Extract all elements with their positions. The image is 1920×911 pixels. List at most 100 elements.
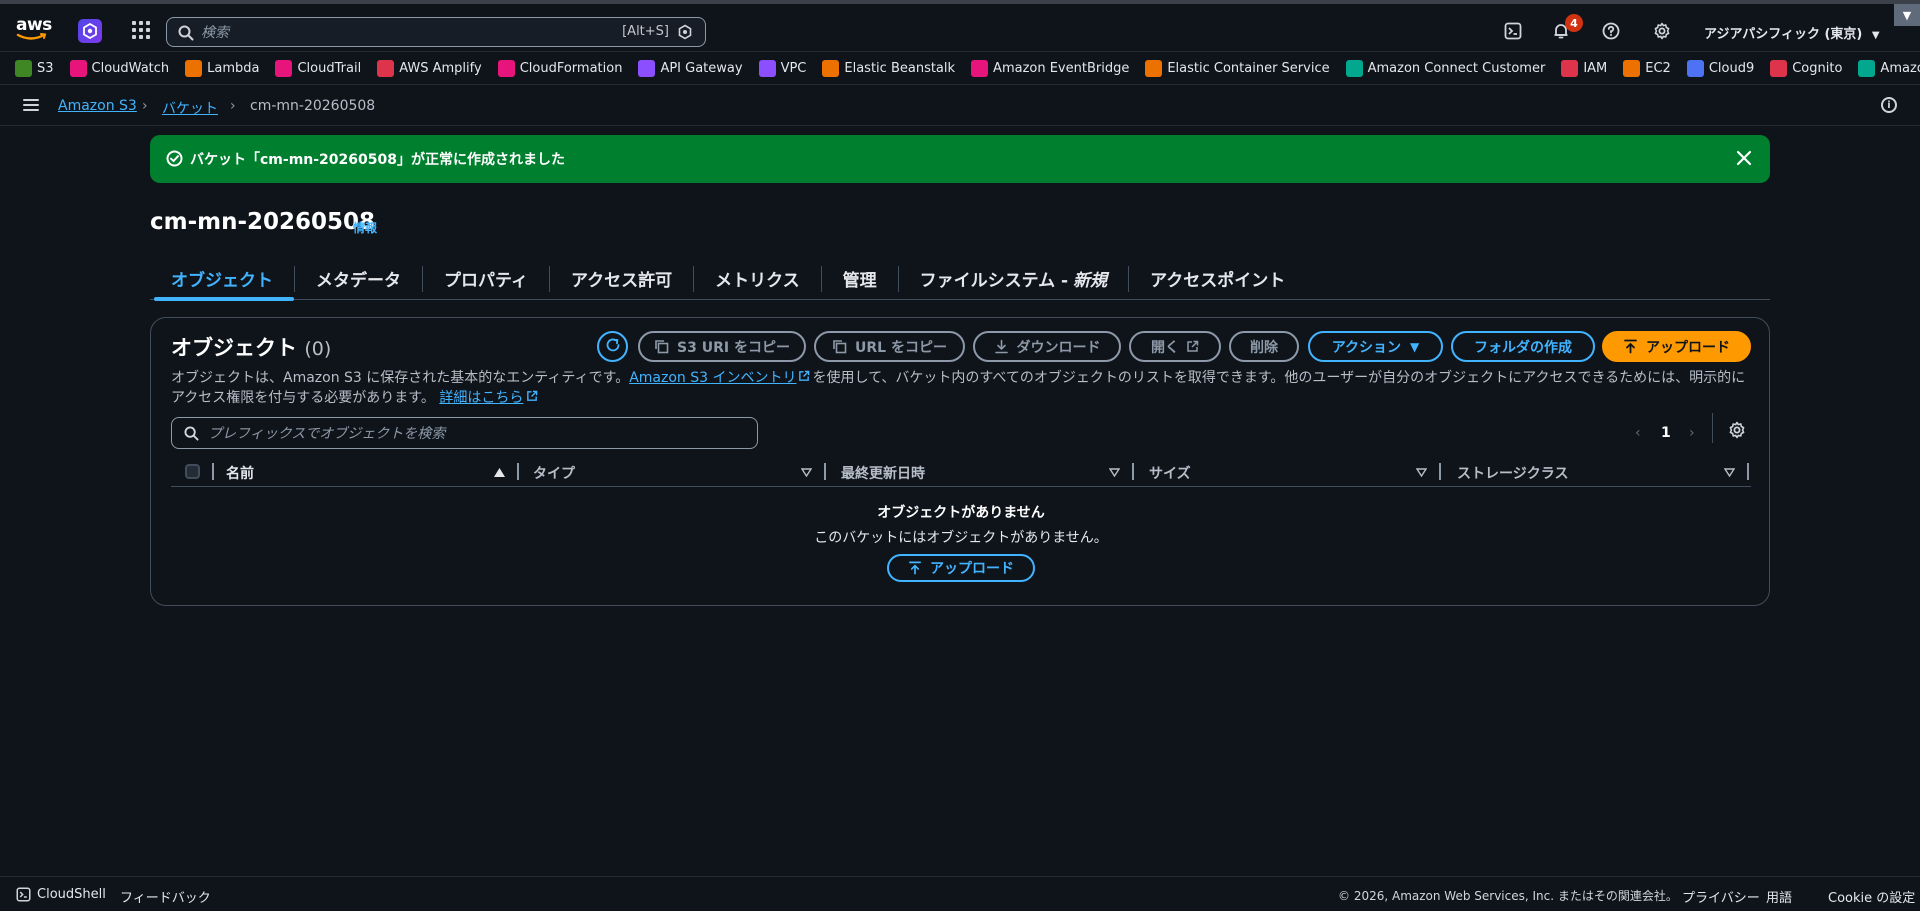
- previous-page-icon[interactable]: ‹: [1635, 425, 1641, 441]
- favorite-cloud9[interactable]: Cloud9: [1686, 59, 1754, 77]
- sort-ascending-icon[interactable]: [494, 465, 505, 481]
- favorite-label: Amazon Connect Customer: [1367, 60, 1546, 76]
- actions-dropdown-button[interactable]: アクション ▼: [1308, 331, 1443, 362]
- services-grid-icon[interactable]: [132, 21, 150, 39]
- favorite-label: CloudTrail: [297, 60, 362, 76]
- region-selector[interactable]: アジアパシフィック (東京) ▼: [1704, 23, 1880, 42]
- copy-s3-uri-button[interactable]: S3 URI をコピー: [638, 331, 806, 362]
- column-divider: [824, 463, 826, 480]
- breadcrumb-amazon-s3[interactable]: Amazon S3: [58, 98, 137, 114]
- terms-link[interactable]: 用語: [1766, 887, 1792, 906]
- empty-upload-button[interactable]: アップロード: [887, 554, 1035, 582]
- favorite-label: API Gateway: [660, 60, 743, 76]
- tab-metadata[interactable]: メタデータ: [295, 258, 422, 300]
- favorite-ec2[interactable]: EC2: [1623, 59, 1671, 77]
- hamburger-menu-icon[interactable]: [23, 99, 39, 111]
- sort-icon[interactable]: [1108, 465, 1121, 481]
- service-icon: [15, 59, 32, 77]
- cloudshell-icon[interactable]: [1502, 20, 1524, 42]
- sort-icon[interactable]: [1723, 465, 1736, 481]
- copy-url-button[interactable]: URL をコピー: [814, 331, 965, 362]
- amazon-q-icon[interactable]: [78, 19, 102, 43]
- favorite-s3[interactable]: S3: [15, 59, 54, 77]
- inventory-link[interactable]: Amazon S3 インベントリ: [629, 370, 796, 386]
- cookie-settings-link[interactable]: Cookie の設定: [1828, 887, 1915, 906]
- tab-objects[interactable]: オブジェクト: [150, 258, 294, 301]
- cloudshell-footer-button[interactable]: CloudShell: [16, 887, 106, 902]
- service-icon: [971, 59, 989, 77]
- favorite-cloudwatch[interactable]: CloudWatch: [69, 59, 169, 77]
- column-divider: [1747, 463, 1749, 480]
- copy-s3-uri-label: S3 URI をコピー: [677, 339, 790, 356]
- favorite-label: EC2: [1645, 60, 1671, 76]
- favorite-elastic-container-service[interactable]: Elastic Container Service: [1145, 59, 1330, 77]
- search-icon: [178, 25, 194, 45]
- favorite-elastic-beanstalk[interactable]: Elastic Beanstalk: [822, 59, 955, 77]
- tab-new-label: 新規: [1073, 271, 1108, 291]
- service-icon: [758, 59, 776, 77]
- column-header-storage-class[interactable]: ストレージクラス: [1457, 463, 1568, 483]
- download-button[interactable]: ダウンロード: [973, 331, 1121, 362]
- column-header-name[interactable]: 名前: [226, 463, 254, 483]
- global-search-input[interactable]: 検索 [Alt+S]: [166, 17, 706, 47]
- tab-management[interactable]: 管理: [822, 258, 898, 300]
- page-number[interactable]: 1: [1661, 425, 1671, 441]
- favorite-api-gateway[interactable]: API Gateway: [638, 59, 743, 77]
- favorite-cognito[interactable]: Cognito: [1770, 59, 1842, 77]
- favorite-cloudformation[interactable]: CloudFormation: [497, 59, 622, 77]
- refresh-button[interactable]: [597, 331, 628, 362]
- collapse-tab-icon[interactable]: ▼: [1894, 4, 1920, 26]
- feedback-link[interactable]: フィードバック: [120, 887, 211, 906]
- favorite-cloudtrail[interactable]: CloudTrail: [275, 59, 362, 77]
- service-icon: [275, 59, 293, 77]
- favorite-vpc[interactable]: VPC: [758, 59, 806, 77]
- info-link[interactable]: 情報: [353, 219, 377, 236]
- settings-gear-icon[interactable]: [1651, 20, 1673, 42]
- learn-more-link[interactable]: 詳細はこちら: [439, 390, 523, 406]
- info-panel-icon[interactable]: i: [1881, 97, 1897, 113]
- table-settings-gear-icon[interactable]: [1728, 421, 1746, 443]
- help-icon[interactable]: [1600, 20, 1622, 42]
- breadcrumb-buckets[interactable]: バケット: [162, 98, 218, 118]
- service-icon: [1770, 59, 1788, 77]
- upload-icon: [1623, 339, 1638, 354]
- select-all-checkbox[interactable]: [185, 464, 200, 479]
- tab-metrics[interactable]: メトリクス: [694, 258, 821, 300]
- upload-button[interactable]: アップロード: [1602, 331, 1751, 362]
- column-header-size[interactable]: サイズ: [1149, 463, 1191, 483]
- privacy-link[interactable]: プライバシー: [1682, 887, 1760, 906]
- sort-icon[interactable]: [1415, 465, 1428, 481]
- create-folder-label: フォルダの作成: [1474, 339, 1572, 356]
- favorite-amazon-connect-customer[interactable]: Amazon Connect Customer: [1345, 59, 1546, 77]
- desc-text-1: オブジェクトは、Amazon S3 に保存された基本的なエンティティです。: [171, 370, 630, 386]
- tab-access-points[interactable]: アクセスポイント: [1129, 258, 1306, 300]
- delete-button[interactable]: 削除: [1229, 331, 1299, 362]
- tab-file-system-label: ファイルシステム -: [919, 271, 1069, 291]
- favorite-label: Elastic Container Service: [1167, 60, 1330, 76]
- service-icon: [638, 59, 656, 77]
- service-icon: [497, 59, 515, 77]
- column-header-type[interactable]: タイプ: [533, 463, 575, 483]
- tab-properties[interactable]: プロパティ: [423, 258, 549, 300]
- column-divider: [1132, 463, 1134, 480]
- objects-heading: オブジェクト (0): [171, 332, 331, 362]
- aws-logo[interactable]: aws: [16, 16, 52, 42]
- column-header-last-modified[interactable]: 最終更新日時: [841, 463, 925, 483]
- open-label: 開く: [1151, 339, 1179, 356]
- favorite-amazon-polly[interactable]: Amazon Polly: [1858, 59, 1920, 77]
- close-icon[interactable]: [1736, 150, 1752, 170]
- favorite-iam[interactable]: IAM: [1561, 59, 1607, 77]
- favorite-aws-amplify[interactable]: AWS Amplify: [377, 59, 482, 77]
- download-label: ダウンロード: [1016, 339, 1101, 356]
- create-folder-button[interactable]: フォルダの作成: [1451, 331, 1595, 362]
- tab-file-system[interactable]: ファイルシステム - 新規: [899, 258, 1128, 300]
- sort-icon[interactable]: [800, 465, 813, 481]
- favorite-amazon-eventbridge[interactable]: Amazon EventBridge: [971, 59, 1129, 77]
- open-button[interactable]: 開く: [1129, 331, 1221, 362]
- prefix-search-input[interactable]: プレフィックスでオブジェクトを検索: [171, 417, 758, 449]
- favorite-lambda[interactable]: Lambda: [185, 59, 259, 77]
- next-page-icon[interactable]: ›: [1689, 425, 1695, 441]
- tab-permissions[interactable]: アクセス許可: [550, 258, 693, 300]
- download-icon: [994, 339, 1009, 354]
- console-footer: CloudShell フィードバック © 2026, Amazon Web Se…: [0, 876, 1920, 911]
